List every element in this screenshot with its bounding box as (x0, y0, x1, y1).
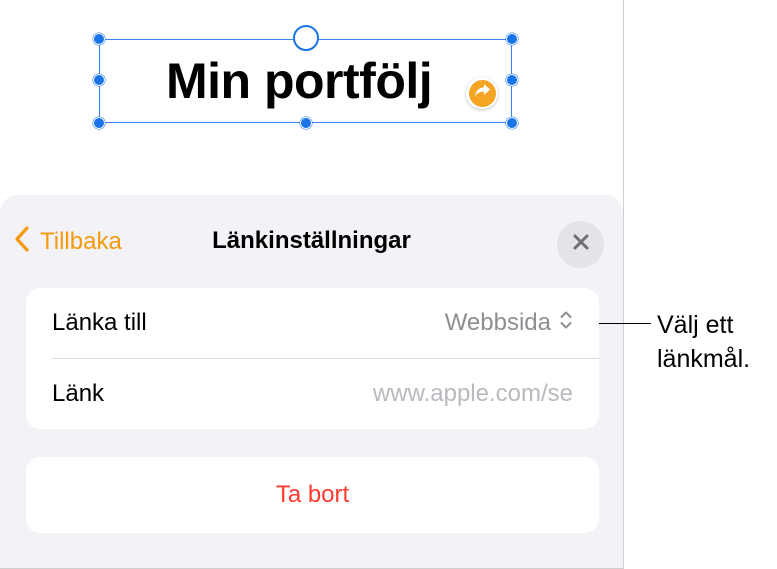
device-screen: Min portfölj Tillbaka Länkinställningar … (0, 0, 624, 569)
delete-link-button[interactable]: Ta bort (26, 457, 599, 533)
share-arrow-icon (474, 83, 491, 103)
rotate-handle[interactable] (293, 25, 319, 51)
link-to-value[interactable]: Webbsida (445, 309, 573, 338)
close-icon (572, 233, 590, 256)
close-button[interactable] (557, 221, 604, 268)
link-settings-popover: Tillbaka Länkinställningar Länka till We… (0, 195, 623, 568)
link-url-field[interactable]: www.apple.com/se (373, 380, 573, 408)
resize-handle-bottom-left[interactable] (93, 117, 105, 129)
link-label: Länk (52, 380, 105, 407)
link-to-value-text: Webbsida (444, 309, 551, 336)
slide-canvas: Min portfölj (0, 0, 623, 195)
chevron-up-down-icon (559, 309, 573, 338)
slide-title-text[interactable]: Min portfölj (166, 52, 433, 110)
resize-handle-top-right[interactable] (506, 33, 518, 45)
callout-line (599, 323, 651, 324)
resize-handle-bottom-right[interactable] (506, 117, 518, 129)
resize-handle-top-left[interactable] (93, 33, 105, 45)
link-to-label: Länka till (52, 309, 147, 336)
popover-navbar: Tillbaka Länkinställningar (0, 195, 623, 287)
resize-handle-left[interactable] (93, 74, 105, 86)
resize-handle-bottom[interactable] (300, 117, 312, 129)
callout-line-2: länkmål. (657, 345, 751, 373)
resize-handle-right[interactable] (506, 74, 518, 86)
delete-group: Ta bort (26, 457, 599, 533)
callout-line-1: Välj ett (657, 311, 734, 339)
link-to-row[interactable]: Länka till Webbsida (26, 288, 599, 358)
popover-title: Länkinställningar (212, 227, 411, 254)
callout-text: Välj ett länkmål. (657, 308, 772, 376)
link-badge[interactable] (466, 77, 498, 109)
link-row[interactable]: Länk www.apple.com/se (26, 359, 599, 429)
link-settings-group: Länka till Webbsida Länk www.apple.com/s… (26, 288, 599, 429)
